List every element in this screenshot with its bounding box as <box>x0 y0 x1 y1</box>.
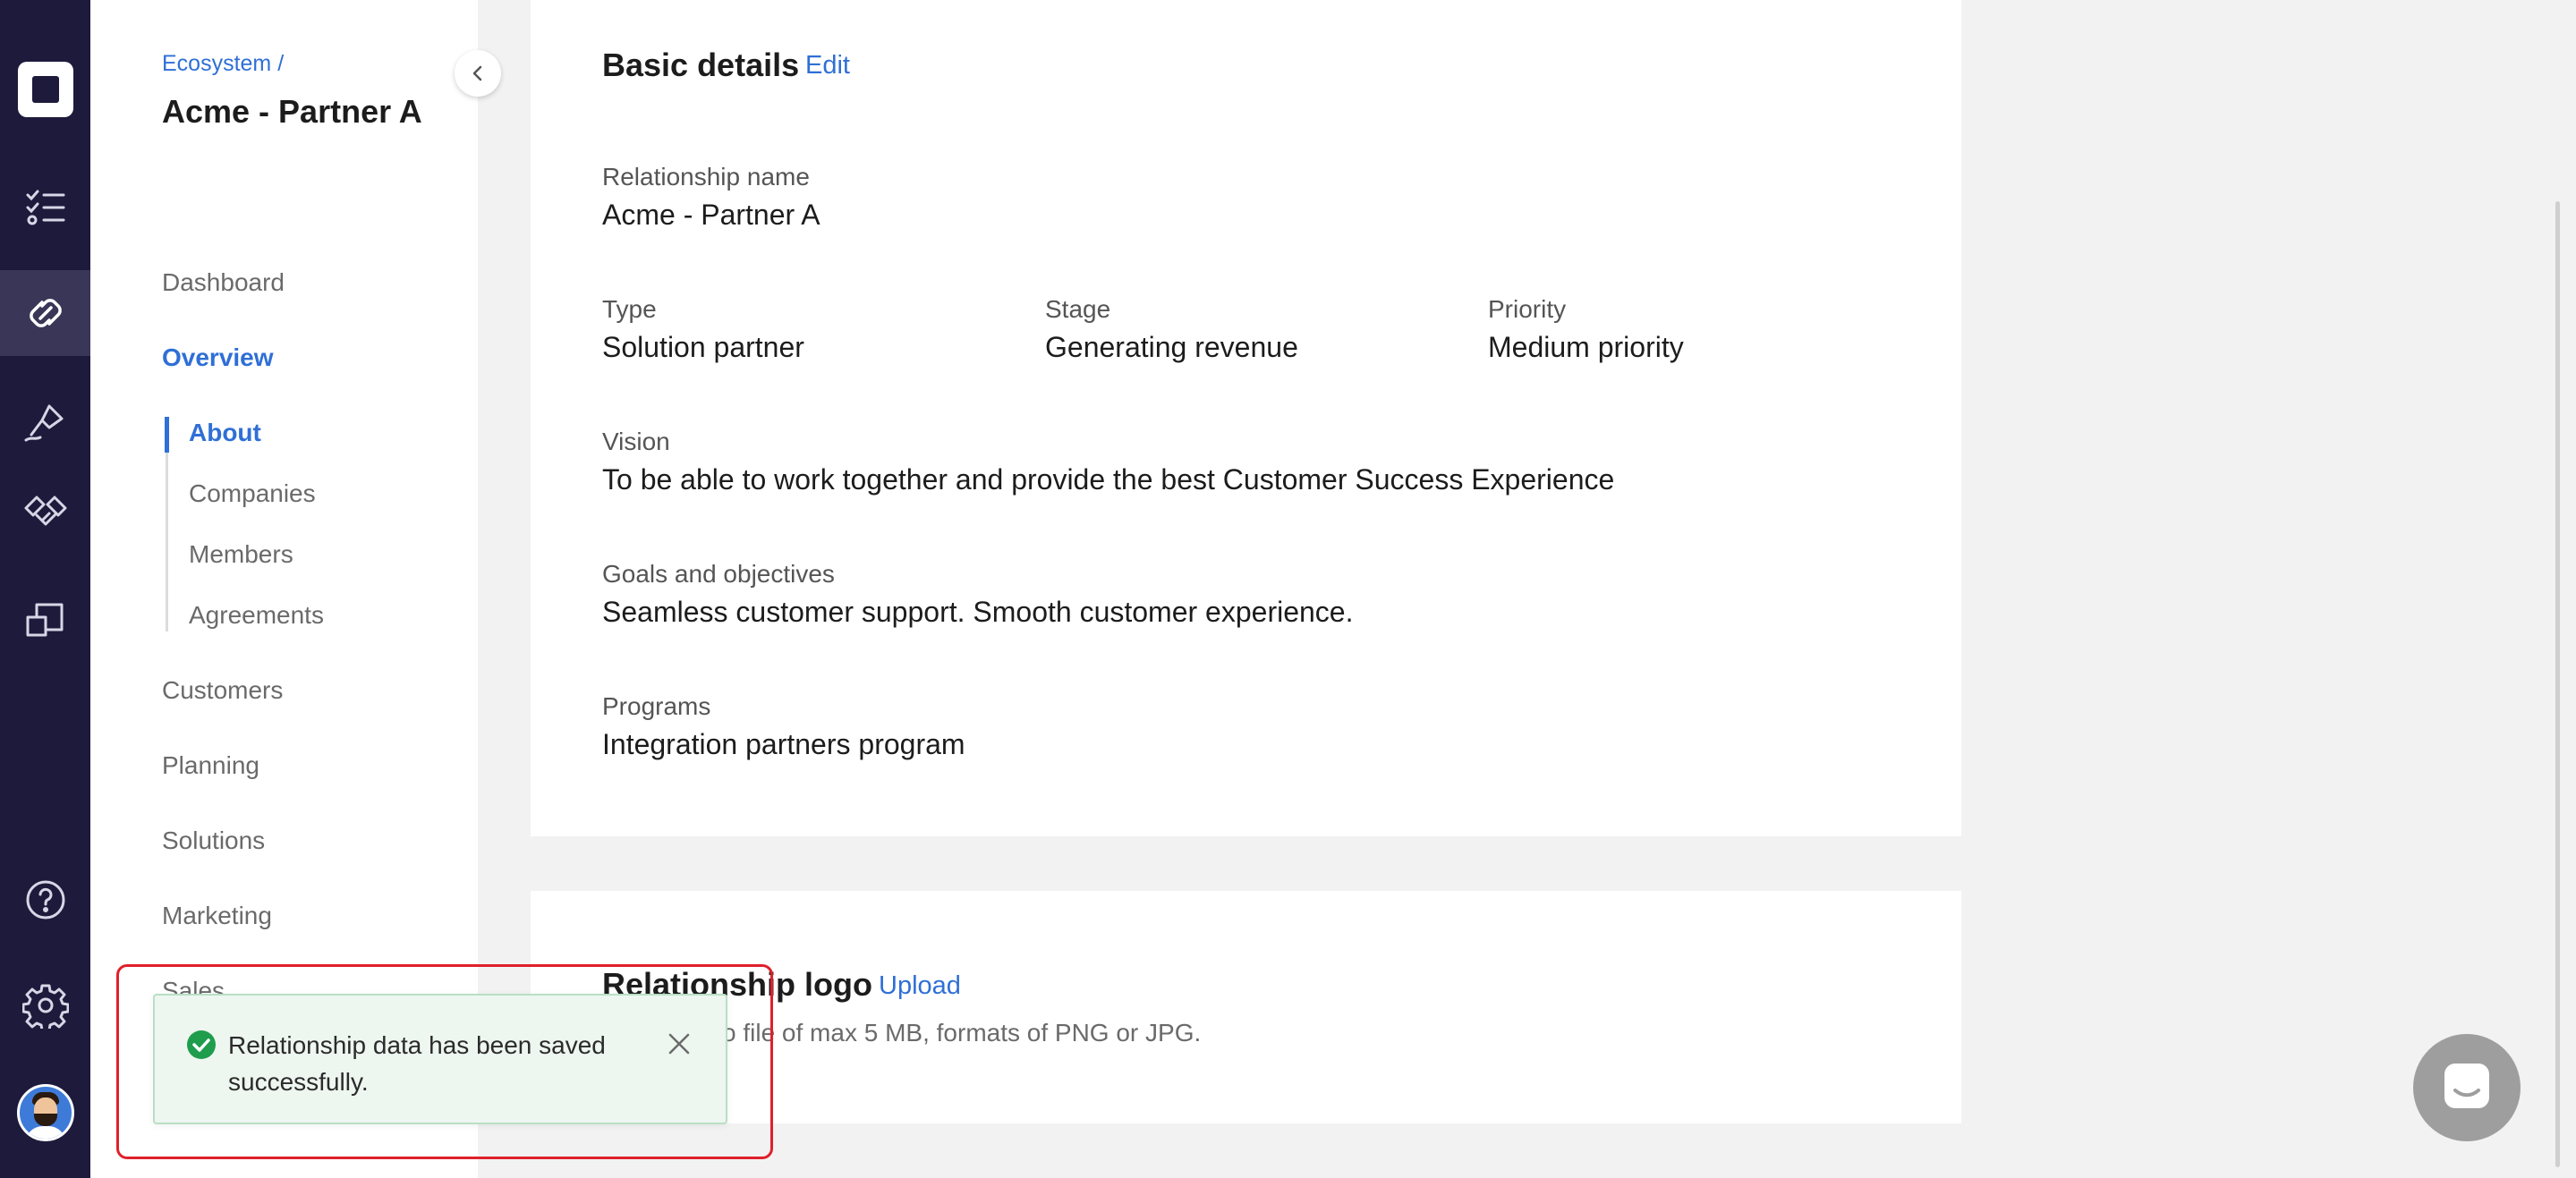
nav-item-marketing[interactable]: Marketing <box>162 902 272 930</box>
rail-item-resources[interactable] <box>0 576 90 662</box>
logo-helper-text: o file of max 5 MB, formats of PNG or JP… <box>722 1019 1202 1047</box>
close-icon[interactable] <box>667 1031 692 1056</box>
basic-details-card: Basic details Edit Relationship name Acm… <box>531 0 1961 836</box>
toast-message: Relationship data has been saved success… <box>228 1031 606 1096</box>
resize-icon <box>26 603 63 637</box>
vision-value: To be able to work together and provide … <box>602 463 1615 496</box>
type-value: Solution partner <box>602 331 804 363</box>
handshake-icon <box>24 496 66 526</box>
programs-label: Programs <box>602 692 711 720</box>
link-icon <box>29 299 62 327</box>
basic-details-title: Basic details <box>602 47 800 83</box>
relationship-name-value: Acme - Partner A <box>602 199 820 231</box>
programs-value: Integration partners program <box>602 728 965 760</box>
rail-item-help[interactable] <box>0 857 90 943</box>
priority-value: Medium priority <box>1488 331 1684 363</box>
subnav-item-companies[interactable]: Companies <box>189 479 316 508</box>
subnav-item-members[interactable]: Members <box>189 540 293 569</box>
collapse-sidebar-button[interactable] <box>455 50 501 97</box>
rail-item-ecosystem[interactable] <box>0 270 90 356</box>
page-title: Acme - Partner A <box>162 93 422 130</box>
nav-item-planning[interactable]: Planning <box>162 751 259 780</box>
success-toast: Relationship data has been saved success… <box>153 994 727 1124</box>
gear-icon <box>21 984 69 1029</box>
user-avatar <box>16 1084 74 1141</box>
rail-item-profile[interactable] <box>0 1070 90 1156</box>
rail-item-agreements[interactable] <box>0 379 90 465</box>
stage-label: Stage <box>1045 295 1111 323</box>
rail-item-partners[interactable] <box>0 469 90 555</box>
check-circle-icon <box>187 1030 216 1059</box>
rail-item-tasks[interactable] <box>0 165 90 250</box>
subnav-item-about[interactable]: About <box>189 419 261 447</box>
checklist-icon <box>26 190 64 225</box>
goals-value: Seamless customer support. Smooth custom… <box>602 596 1354 628</box>
app-logo[interactable] <box>0 47 90 132</box>
goals-label: Goals and objectives <box>602 560 835 588</box>
type-label: Type <box>602 295 657 323</box>
chat-launcher-button[interactable] <box>2413 1034 2521 1141</box>
nav-item-dashboard[interactable]: Dashboard <box>162 268 285 297</box>
chevron-left-icon <box>472 65 482 81</box>
priority-label: Priority <box>1488 295 1567 323</box>
relationship-name-label: Relationship name <box>602 163 810 191</box>
nav-item-overview[interactable]: Overview <box>162 343 274 372</box>
nav-item-solutions[interactable]: Solutions <box>162 826 265 855</box>
rail-item-settings[interactable] <box>0 962 90 1048</box>
nav-item-customers[interactable]: Customers <box>162 676 283 705</box>
subnav-item-agreements[interactable]: Agreements <box>189 601 324 630</box>
subnav-active-indicator <box>165 417 169 453</box>
help-icon <box>26 880 64 920</box>
vision-label: Vision <box>602 428 670 455</box>
stage-value: Generating revenue <box>1045 331 1298 363</box>
app-logo-icon <box>17 62 73 117</box>
breadcrumb[interactable]: Ecosystem / <box>162 51 284 77</box>
edit-basic-details-link[interactable]: Edit <box>805 51 850 81</box>
chat-icon <box>2444 1064 2489 1108</box>
icon-rail <box>0 0 90 1178</box>
upload-logo-link[interactable]: Upload <box>879 971 961 1001</box>
pen-icon <box>24 404 63 442</box>
page-scrollbar[interactable] <box>2555 201 2560 1167</box>
